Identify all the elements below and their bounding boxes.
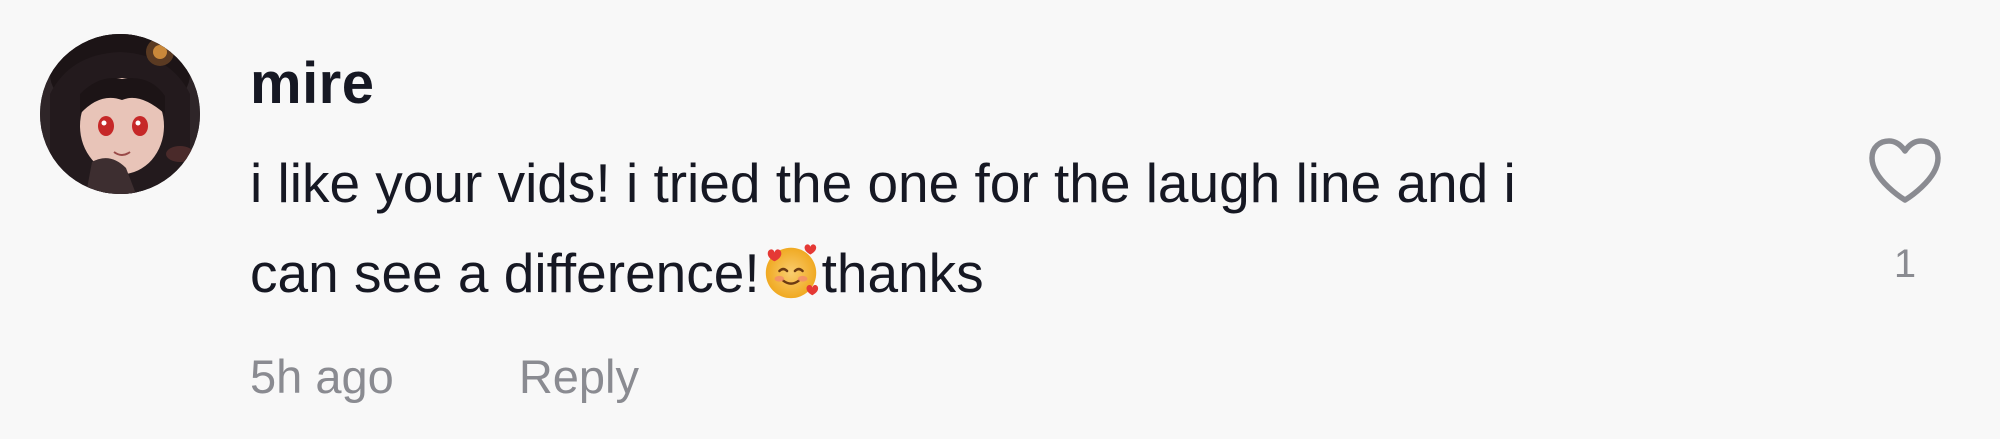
comment-text-line-2-start: can see a difference! <box>250 242 760 304</box>
comment-text-line-1: i like your vids! i tried the one for th… <box>250 152 1516 214</box>
comment-meta: 5h ago Reply <box>250 342 639 412</box>
comment-username[interactable]: mire <box>250 44 375 124</box>
comment-item: mire i like your vids! i tried the one f… <box>0 0 2000 439</box>
smiling-face-with-hearts-emoji-icon <box>765 244 818 299</box>
like-button[interactable] <box>1866 136 1944 206</box>
comment-text: i like your vids! i tried the one for th… <box>250 138 1750 318</box>
avatar-image <box>40 34 200 194</box>
avatar[interactable] <box>40 34 200 194</box>
reply-button[interactable]: Reply <box>519 342 639 412</box>
comment-text-line-2-end: thanks <box>821 242 984 304</box>
comment-text-line-2: can see a difference! thanks <box>250 228 1750 318</box>
comment-timestamp: 5h ago <box>250 350 394 403</box>
heart-outline-icon <box>1869 138 1941 203</box>
like-count: 1 <box>1893 242 1917 286</box>
